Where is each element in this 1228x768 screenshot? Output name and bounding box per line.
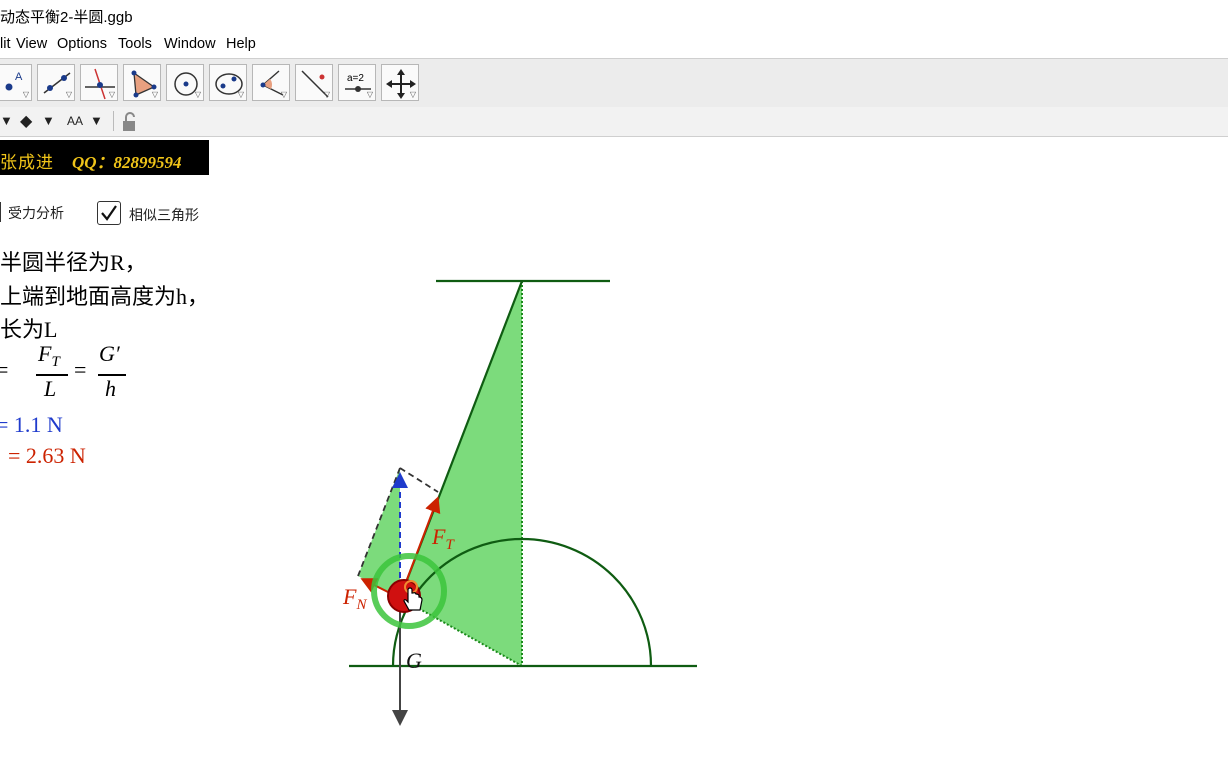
line-tool-button[interactable]: ▽ (37, 64, 75, 101)
normal-force-arrow (360, 578, 401, 599)
menu-edit[interactable]: lit (0, 36, 10, 52)
title-bar: 动态平衡2-半圆.ggb (0, 0, 1228, 33)
similar-triangle-small (358, 468, 400, 598)
check-icon (101, 205, 117, 221)
length-text: 长为L (0, 317, 58, 342)
author-banner: 张成进 QQ：82899594 (0, 140, 209, 175)
selection-ring (371, 553, 447, 629)
polygon-tool-button[interactable]: ▽ (123, 64, 161, 101)
gravity-label: G (406, 648, 422, 673)
parallel-dashed-line (399, 467, 439, 493)
g-denominator: h (105, 376, 116, 401)
perpendicular-tool-button[interactable]: ▽ (80, 64, 118, 101)
ft-value-text: = 1.1 N (0, 412, 63, 437)
hand-cursor-icon (403, 587, 423, 611)
checkbox-box[interactable] (97, 201, 121, 225)
menu-tools[interactable]: Tools (118, 36, 152, 52)
move-graphics-tool-button[interactable]: ▽ (381, 64, 419, 101)
menu-options[interactable]: Options (57, 36, 107, 52)
circle-tool-button[interactable]: ▽ (166, 64, 204, 101)
normal-force-label: FN (342, 584, 367, 613)
menu-bar: lit View Options Tools Window Help (0, 32, 1228, 58)
svg-text:a=2: a=2 (347, 73, 364, 84)
dropdown-arrow-icon[interactable]: ▼ (0, 113, 13, 128)
checkbox-label: 相似三角形 (129, 207, 199, 223)
point-style-icon[interactable]: ◆ (20, 111, 32, 131)
unlock-icon[interactable] (121, 112, 139, 132)
conic-tool-button[interactable]: ▽ (209, 64, 247, 101)
semicircle (391, 537, 653, 667)
dropdown-arrow-icon[interactable]: ▼ (42, 113, 55, 128)
separator (113, 111, 114, 131)
radius-segment (399, 597, 523, 667)
menu-view[interactable]: View (16, 36, 47, 52)
ft-denominator: L (44, 376, 57, 401)
text-size-button[interactable]: AA (67, 114, 83, 128)
fn-value-text: = 2.63 N (8, 443, 86, 468)
ball[interactable] (387, 579, 421, 613)
similar-triangle-large (400, 281, 522, 666)
ft-numerator: FT (38, 341, 60, 370)
banner-qq: QQ：82899594 (72, 153, 182, 172)
equals-sign: = (74, 357, 87, 382)
window-title: 动态平衡2-半圆.ggb (0, 9, 133, 26)
angle-tool-button[interactable]: ▽ (252, 64, 290, 101)
rope-line (398, 280, 524, 599)
checkbox-label: 受力分析 (8, 205, 64, 221)
checkbox-similar-triangles[interactable]: 相似三角形 (97, 200, 217, 226)
menu-window[interactable]: Window (164, 36, 216, 52)
point-tool-button[interactable]: A ▽ (0, 64, 32, 101)
banner-author: 张成进 (0, 153, 54, 172)
style-bar: ▼ ◆ ▼ AA ▼ (0, 107, 1228, 137)
tension-arrow (399, 496, 441, 599)
menu-help[interactable]: Help (226, 36, 256, 52)
ball-highlight (404, 580, 418, 594)
g-numerator: G′ (99, 341, 120, 366)
toolbar: A ▽ ▽ ▽ ▽ ▽ ▽ ▽ ▽ a=2 ▽ ▽ (0, 58, 1228, 108)
height-text: 上端到地面高度为h， (0, 284, 210, 309)
reflect-tool-button[interactable]: ▽ (295, 64, 333, 101)
checkbox-force-analysis[interactable]: 受力分析 (0, 200, 90, 224)
ratio-prefix: = (0, 357, 9, 382)
tension-label: FT (431, 524, 455, 553)
parallel-dashed-line (357, 467, 401, 577)
slider-tool-button[interactable]: a=2 ▽ (338, 64, 376, 101)
dropdown-arrow-icon[interactable]: ▼ (90, 113, 103, 128)
svg-text:A: A (15, 71, 23, 83)
checkbox-box[interactable] (0, 202, 1, 222)
radius-text: 半圆半径为R， (0, 250, 147, 275)
